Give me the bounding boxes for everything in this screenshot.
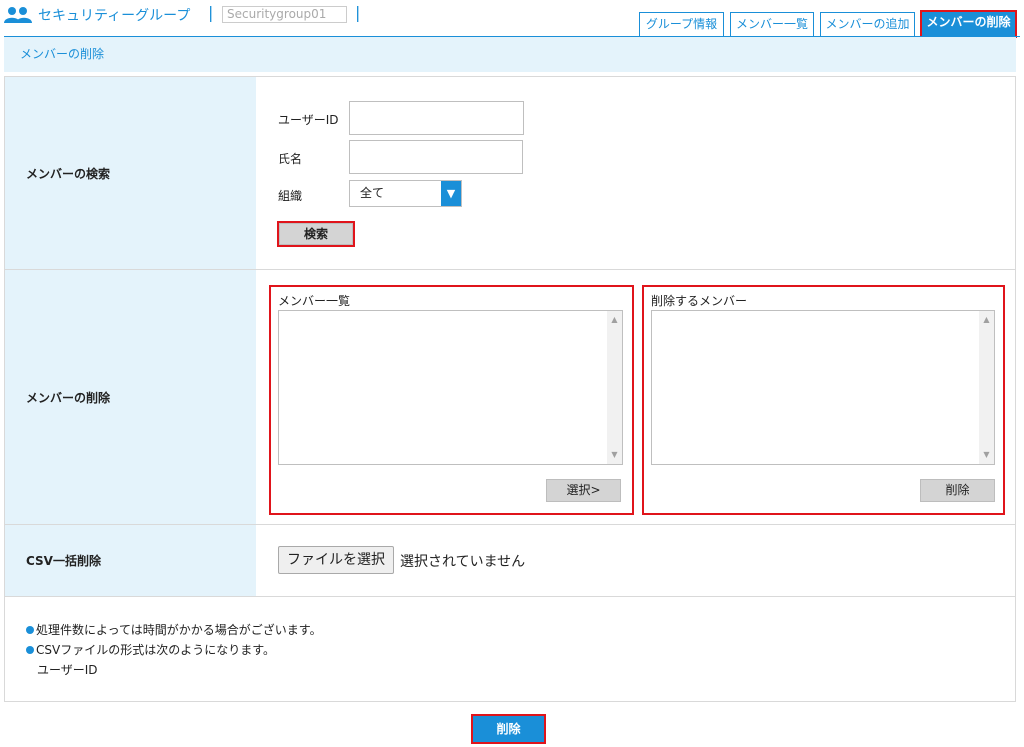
delete-list-title: 削除するメンバー: [651, 294, 748, 308]
select-button[interactable]: 選択>: [546, 479, 621, 502]
note-processing-time: 処理件数によっては時間がかかる場合がございます。: [26, 621, 322, 638]
scrollbar[interactable]: ▲ ▼: [979, 311, 994, 464]
scroll-up-icon[interactable]: ▲: [979, 313, 994, 327]
organization-label: 組織: [278, 189, 303, 203]
search-section-content: ユーザーID 氏名 組織 全て ▼ 検索: [256, 77, 1015, 269]
scroll-down-icon[interactable]: ▼: [607, 448, 622, 462]
csv-section-content: ファイルを選択 選択されていません: [256, 525, 1015, 596]
delete-members-row: メンバーの削除 メンバー一覧 ▲ ▼ 選択> 削除するメンバー ▲ ▼ 削除: [5, 270, 1015, 525]
member-list-title: メンバー一覧: [278, 294, 351, 308]
bullet-icon: [26, 646, 34, 654]
scrollbar[interactable]: ▲ ▼: [607, 311, 622, 464]
name-label: 氏名: [278, 152, 303, 166]
name-input[interactable]: [349, 140, 523, 174]
csv-row: CSV一括削除 ファイルを選択 選択されていません: [5, 525, 1015, 597]
group-title: セキュリティーグループ: [38, 8, 191, 24]
delete-section-label: メンバーの削除: [5, 270, 256, 524]
user-id-label: ユーザーID: [278, 113, 339, 127]
note-csv-format: CSVファイルの形式は次のようになります。: [26, 641, 275, 658]
delete-list-panel: 削除するメンバー ▲ ▼ 削除: [642, 285, 1005, 515]
tab-member-list[interactable]: メンバー一覧: [730, 12, 814, 37]
bullet-icon: [26, 626, 34, 634]
submit-delete-button[interactable]: 削除: [471, 714, 546, 744]
page-header: セキュリティーグループ | Securitygroup01 | グループ情報 メ…: [0, 0, 1024, 38]
header-separator: |: [355, 3, 361, 22]
chevron-down-icon[interactable]: ▼: [441, 181, 461, 206]
file-status-text: 選択されていません: [400, 554, 526, 570]
tab-add-member[interactable]: メンバーの追加: [820, 12, 915, 37]
user-id-input[interactable]: [349, 101, 524, 135]
group-name-field: Securitygroup01: [222, 6, 347, 23]
scroll-up-icon[interactable]: ▲: [607, 313, 622, 327]
organization-selected-value: 全て: [360, 186, 385, 200]
organization-select[interactable]: 全て ▼: [349, 180, 462, 207]
header-separator: |: [208, 3, 214, 22]
search-section-label: メンバーの検索: [5, 77, 256, 269]
choose-file-button[interactable]: ファイルを選択: [278, 546, 394, 574]
search-button[interactable]: 検索: [277, 221, 355, 247]
delete-section-content: メンバー一覧 ▲ ▼ 選択> 削除するメンバー ▲ ▼ 削除: [256, 270, 1015, 524]
member-listbox[interactable]: ▲ ▼: [278, 310, 623, 465]
tab-remove-member[interactable]: メンバーの削除: [920, 10, 1017, 38]
form-table: メンバーの検索 ユーザーID 氏名 組織 全て ▼ 検索 メンバーの削除 メンバ…: [4, 76, 1016, 702]
group-users-icon: [4, 7, 32, 23]
tab-group-info[interactable]: グループ情報: [639, 12, 724, 37]
scroll-down-icon[interactable]: ▼: [979, 448, 994, 462]
delete-listbox[interactable]: ▲ ▼: [651, 310, 995, 465]
csv-section-label: CSV一括削除: [5, 525, 256, 596]
search-row: メンバーの検索 ユーザーID 氏名 組織 全て ▼ 検索: [5, 77, 1015, 270]
page-subtitle: メンバーの削除: [4, 37, 1016, 72]
member-list-panel: メンバー一覧 ▲ ▼ 選択>: [269, 285, 634, 515]
delete-member-button[interactable]: 削除: [920, 479, 995, 502]
csv-format-example: ユーザーID: [37, 663, 98, 677]
